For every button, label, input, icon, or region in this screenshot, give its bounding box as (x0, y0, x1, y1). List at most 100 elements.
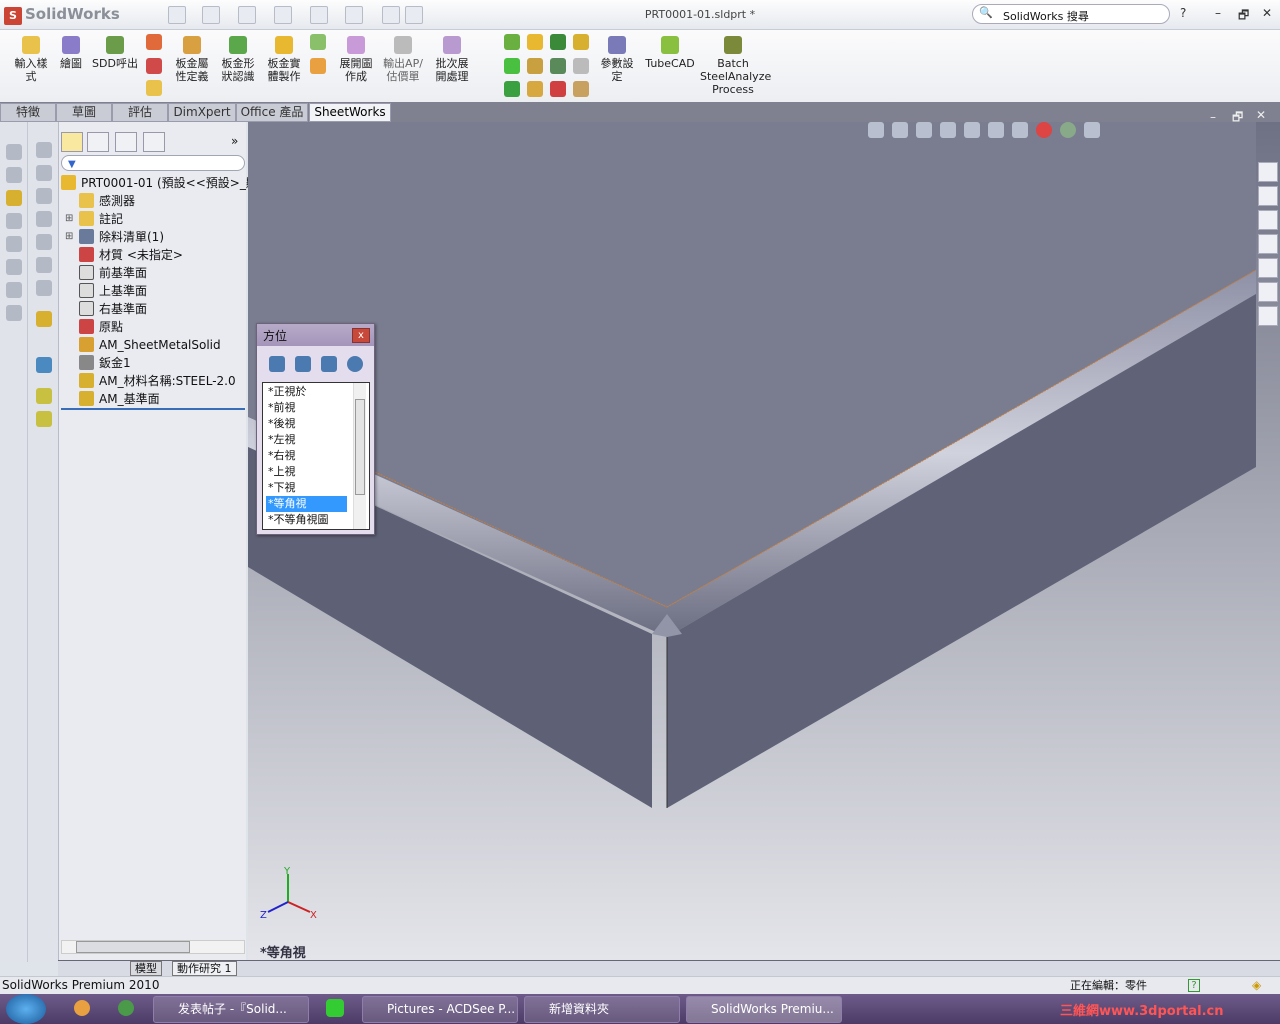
tool-icon[interactable] (6, 190, 22, 206)
tree-item[interactable]: 鈑金1 (79, 354, 131, 372)
pin-icon[interactable] (347, 356, 363, 372)
hide-show-icon[interactable] (1012, 122, 1028, 138)
zoom-fit-icon[interactable] (868, 122, 884, 138)
tree-item[interactable]: 前基準面 (79, 264, 147, 282)
home-icon[interactable] (1258, 162, 1278, 182)
tool-icon[interactable] (573, 34, 589, 50)
dimxpert-tab[interactable] (143, 132, 165, 152)
view-settings-icon[interactable] (1084, 122, 1100, 138)
taskbar-folder[interactable]: 新增資料夾 (524, 996, 680, 1023)
tool-icon[interactable] (310, 34, 326, 50)
tool-icon[interactable] (36, 280, 52, 296)
scene-icon[interactable] (1060, 122, 1076, 138)
sheetmetal-shape-button[interactable]: 板金形狀認識 (218, 36, 258, 83)
taskbar-acdsee[interactable]: Pictures - ACDSee P... (362, 996, 518, 1023)
tab-sheetworks[interactable]: SheetWorks (309, 103, 391, 122)
close-dialog-button[interactable]: x (352, 328, 370, 343)
save-button[interactable] (238, 6, 256, 24)
tool-icon[interactable] (36, 388, 52, 404)
tool-icon[interactable] (504, 34, 520, 50)
view-list[interactable]: *正視於 *前視 *後視 *左視 *右視 *上視 *下視 *等角視 *不等角視圖 (262, 382, 370, 530)
tool-icon[interactable] (527, 34, 543, 50)
sheetmetal-property-button[interactable]: 板金屬性定義 (172, 36, 212, 83)
zoom-area-icon[interactable] (892, 122, 908, 138)
tool-icon[interactable] (573, 57, 589, 74)
tree-item[interactable]: 感測器 (79, 192, 135, 210)
tree-filter-input[interactable]: ▼ (61, 155, 245, 171)
new-view-icon[interactable] (269, 356, 285, 372)
tool-icon[interactable] (550, 81, 566, 98)
tool-icon[interactable] (6, 167, 22, 183)
view-orientation-icon[interactable] (964, 122, 980, 138)
tool-icon[interactable] (550, 34, 566, 50)
open-file-button[interactable] (202, 6, 220, 24)
tool-icon[interactable] (36, 234, 52, 250)
tool-icon[interactable] (6, 305, 22, 321)
tool-icon[interactable] (36, 411, 52, 427)
drawing-button[interactable]: 繪圖 (56, 36, 86, 70)
tool-icon[interactable] (504, 57, 520, 74)
new-file-button[interactable] (168, 6, 186, 24)
print-button[interactable] (274, 6, 292, 24)
tool-icon[interactable] (36, 165, 52, 181)
select-button[interactable] (345, 6, 363, 24)
view-list-item[interactable]: *正視於 (266, 384, 346, 400)
tool-icon[interactable] (36, 357, 52, 373)
search-pane-icon[interactable] (1258, 234, 1278, 254)
section-view-icon[interactable] (940, 122, 956, 138)
batch-unfold-button[interactable]: 批次展開處理 (432, 36, 472, 83)
appearances-icon[interactable] (1258, 282, 1278, 302)
tool-icon[interactable] (573, 81, 589, 98)
tool-icon[interactable] (146, 58, 162, 74)
view-list-item[interactable]: *後視 (266, 416, 346, 432)
tool-icon[interactable] (6, 144, 22, 160)
view-list-item[interactable]: *左視 (266, 432, 346, 448)
tab-features[interactable]: 特徵 (0, 103, 56, 122)
tab-model[interactable]: 模型 (130, 961, 162, 976)
design-library-icon[interactable] (1258, 186, 1278, 206)
update-view-icon[interactable] (295, 356, 311, 372)
minimize-button[interactable]: – (1215, 6, 1221, 20)
help-icon[interactable]: ? (1188, 979, 1200, 992)
tool-icon[interactable] (6, 259, 22, 275)
start-button[interactable] (6, 994, 46, 1024)
view-palette-icon[interactable] (1258, 258, 1278, 278)
config-tab[interactable] (115, 132, 137, 152)
tool-icon[interactable] (36, 211, 52, 227)
tag-icon[interactable]: ◈ (1252, 977, 1261, 994)
tool-icon[interactable] (550, 57, 566, 74)
viewport-restore-button[interactable]: 🗗 (1232, 108, 1243, 129)
undo-button[interactable] (310, 6, 328, 24)
solidworks-logo[interactable]: S SolidWorks (4, 5, 120, 25)
tree-item[interactable]: 原點 (79, 318, 123, 336)
tool-icon[interactable] (6, 282, 22, 298)
appearance-icon[interactable] (1036, 122, 1052, 138)
tree-item[interactable]: AM_SheetMetalSolid (79, 336, 221, 354)
tool-icon[interactable] (527, 81, 543, 98)
tool-icon[interactable] (36, 142, 52, 158)
sdd-call-button[interactable]: SDD呼出 (90, 36, 140, 70)
tree-root[interactable]: PRT0001-01 (預設<<預設>_顯 (61, 174, 258, 192)
tree-item[interactable]: 右基準面 (79, 300, 147, 318)
batch-steel-button[interactable]: Batch SteelAnalyze Process (700, 36, 771, 96)
tool-icon[interactable] (146, 80, 162, 96)
options-button[interactable] (405, 6, 423, 24)
tree-item[interactable]: 材質 <未指定> (79, 246, 183, 264)
tool-icon[interactable] (6, 236, 22, 252)
tree-item[interactable]: ⊞ 註記 (65, 210, 123, 228)
previous-view-icon[interactable] (916, 122, 932, 138)
rebuild-button[interactable] (382, 6, 400, 24)
horizontal-scrollbar[interactable] (61, 940, 245, 954)
export-quote-button[interactable]: 輸出AP/估價單 (380, 36, 426, 83)
sheetmetal-solid-button[interactable]: 板金實體製作 (264, 36, 304, 83)
tool-icon[interactable] (36, 188, 52, 204)
rollback-bar[interactable] (61, 408, 245, 410)
graphics-area[interactable]: Y X Z *等角視 (248, 122, 1280, 960)
tab-dimxpert[interactable]: DimXpert (168, 103, 236, 122)
tree-item[interactable]: ⊞ 除料清單(1) (65, 228, 164, 246)
view-list-item[interactable]: *前視 (266, 400, 346, 416)
list-scrollbar[interactable] (353, 383, 366, 529)
tubecad-button[interactable]: TubeCAD (644, 36, 696, 70)
tool-icon[interactable] (504, 81, 520, 98)
restore-button[interactable]: 🗗 (1238, 6, 1249, 27)
